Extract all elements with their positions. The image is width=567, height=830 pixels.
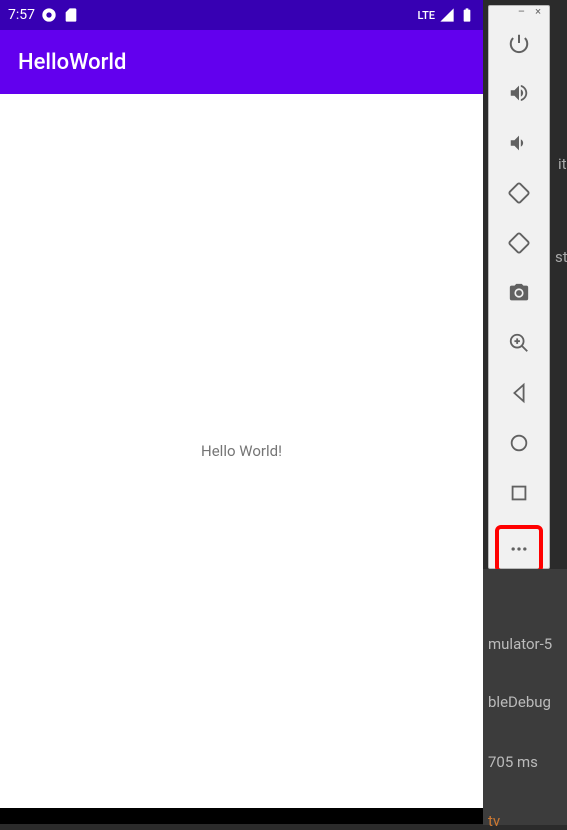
- home-button[interactable]: [507, 431, 531, 455]
- emulator-toolbar: – ×: [488, 5, 550, 569]
- emulator-frame: 7:57 LTE HelloWorld Hel: [0, 0, 483, 824]
- background-label: 705 ms: [488, 753, 538, 771]
- rotate-left-button[interactable]: [507, 181, 531, 205]
- app-content: Hello World!: [0, 94, 483, 808]
- power-button[interactable]: [507, 31, 531, 55]
- back-button[interactable]: [507, 381, 531, 405]
- background-text: it: [558, 155, 567, 173]
- sd-card-icon: [63, 7, 79, 23]
- status-right: LTE: [417, 7, 475, 23]
- minimize-button[interactable]: –: [518, 6, 525, 17]
- hello-world-text: Hello World!: [201, 442, 282, 460]
- signal-icon: [439, 7, 455, 23]
- debug-icon: [41, 7, 57, 23]
- status-bar: 7:57 LTE: [0, 0, 483, 30]
- background-text: st: [555, 248, 567, 266]
- zoom-button[interactable]: [507, 331, 531, 355]
- background-label: mulator-5: [488, 635, 552, 653]
- app-title: HelloWorld: [18, 50, 126, 75]
- battery-icon: [459, 7, 475, 23]
- status-left: 7:57: [8, 7, 79, 23]
- device-screen: 7:57 LTE HelloWorld Hel: [0, 0, 483, 808]
- screenshot-button[interactable]: [507, 281, 531, 305]
- close-button[interactable]: ×: [535, 6, 541, 17]
- app-bar: HelloWorld: [0, 30, 483, 94]
- status-time: 7:57: [8, 7, 35, 23]
- toolbar-items: [495, 17, 543, 573]
- volume-down-button[interactable]: [507, 131, 531, 155]
- more-options-button[interactable]: [495, 525, 543, 573]
- background-label: tv: [488, 812, 500, 830]
- network-label: LTE: [417, 9, 435, 22]
- background-label: bleDebug: [488, 693, 551, 711]
- overview-button[interactable]: [507, 481, 531, 505]
- toolbar-window-controls: – ×: [489, 6, 549, 17]
- rotate-right-button[interactable]: [507, 231, 531, 255]
- volume-up-button[interactable]: [507, 81, 531, 105]
